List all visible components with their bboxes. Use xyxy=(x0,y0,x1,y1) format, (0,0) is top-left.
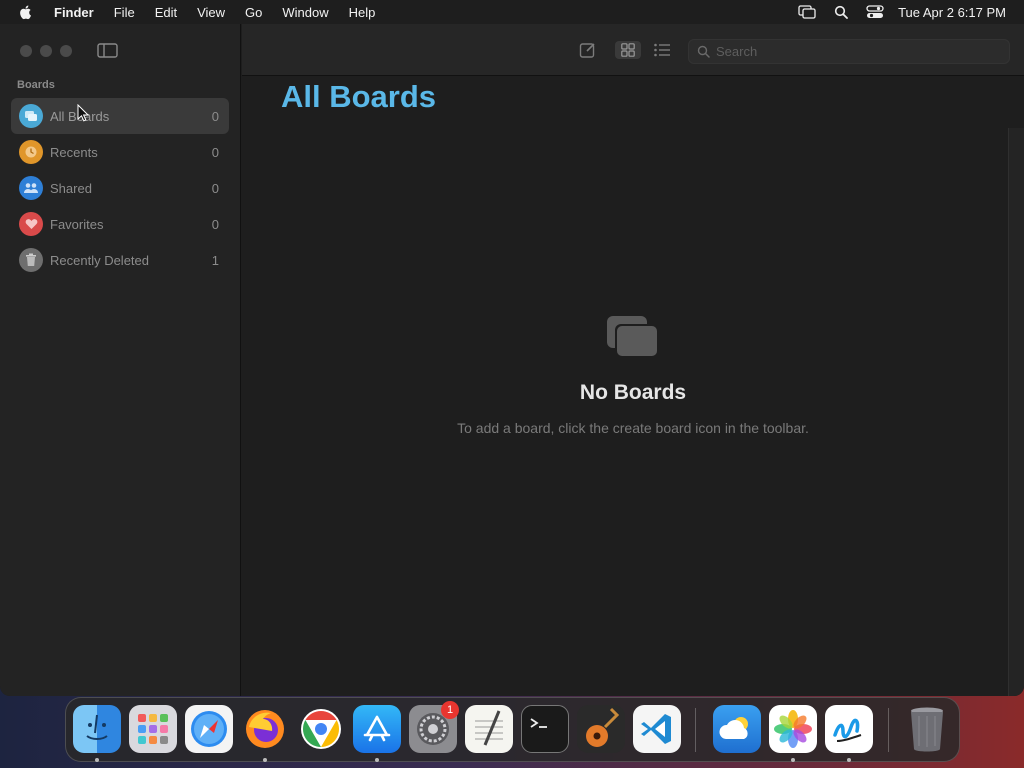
running-indicator xyxy=(375,758,379,762)
page-title: All Boards xyxy=(281,79,437,114)
sidebar-item-shared[interactable]: Shared 0 xyxy=(11,170,229,206)
list-view-icon[interactable] xyxy=(652,41,672,59)
toolbar xyxy=(242,24,1024,76)
vscode-icon xyxy=(641,714,671,744)
sidebar-item-count: 0 xyxy=(211,108,219,124)
dock-freeform[interactable] xyxy=(825,705,873,753)
dock-launchpad[interactable] xyxy=(129,705,177,753)
trash-icon xyxy=(19,248,43,272)
search-field[interactable] xyxy=(688,39,1010,64)
all-boards-icon xyxy=(19,104,43,128)
menu-help[interactable]: Help xyxy=(349,5,376,20)
running-indicator xyxy=(263,758,267,762)
freeform-window: Boards All Boards 0 Recents 0 Shared 0 F… xyxy=(0,24,1024,696)
sidebar-list: All Boards 0 Recents 0 Shared 0 Favorite… xyxy=(11,98,229,278)
dock-firefox[interactable] xyxy=(241,705,289,753)
sidebar-item-label: Shared xyxy=(50,180,92,196)
dock-finder[interactable] xyxy=(73,705,121,753)
sidebar-item-favorites[interactable]: Favorites 0 xyxy=(11,206,229,242)
dock-trash[interactable] xyxy=(903,705,951,753)
dock-safari[interactable] xyxy=(185,705,233,753)
dock-separator xyxy=(695,708,696,752)
scrollbar[interactable] xyxy=(1008,128,1024,696)
sidebar-section-title: Boards xyxy=(17,79,55,91)
menu-file[interactable]: File xyxy=(114,5,135,20)
running-indicator xyxy=(791,758,795,762)
sidebar-item-count: 0 xyxy=(211,144,219,160)
sidebar-item-recently-deleted[interactable]: Recently Deleted 1 xyxy=(11,242,229,278)
finder-icon xyxy=(86,714,108,740)
dock-garageband[interactable] xyxy=(577,705,625,753)
menu-app-name[interactable]: Finder xyxy=(54,5,94,20)
zoom-button[interactable] xyxy=(60,45,72,57)
chrome-icon xyxy=(301,709,341,749)
menu-clock[interactable]: Tue Apr 2 6:17 PM xyxy=(898,5,1006,20)
sidebar-item-count: 1 xyxy=(211,252,219,268)
photos-icon xyxy=(774,710,812,748)
dock-chrome[interactable] xyxy=(297,705,345,753)
dock-system-settings[interactable]: 1 xyxy=(409,701,459,753)
launchpad-icon xyxy=(138,714,168,744)
sidebar-item-count: 0 xyxy=(211,180,219,196)
sidebar-item-all-boards[interactable]: All Boards 0 xyxy=(11,98,229,134)
cloud-sun-icon xyxy=(719,717,748,739)
window-controls xyxy=(20,45,72,57)
sidebar-item-count: 0 xyxy=(211,216,219,232)
sidebar-toggle-icon[interactable] xyxy=(97,43,118,58)
sidebar: Boards All Boards 0 Recents 0 Shared 0 F… xyxy=(0,24,241,696)
running-indicator xyxy=(847,758,851,762)
menu-window[interactable]: Window xyxy=(282,5,328,20)
minimize-button[interactable] xyxy=(40,45,52,57)
dock-textedit[interactable] xyxy=(465,705,513,753)
dock-weather[interactable] xyxy=(713,705,761,753)
sidebar-item-label: Recently Deleted xyxy=(50,252,149,268)
trash-can-icon xyxy=(911,707,943,752)
control-center-icon[interactable] xyxy=(866,5,884,19)
sidebar-item-label: Favorites xyxy=(50,216,104,232)
textedit-icon xyxy=(475,710,503,746)
sidebar-item-label: Recents xyxy=(50,144,98,160)
dock-vscode[interactable] xyxy=(633,705,681,753)
dock-separator xyxy=(888,708,889,752)
close-button[interactable] xyxy=(20,45,32,57)
app-store-icon xyxy=(363,715,391,742)
screen-mirroring-icon[interactable] xyxy=(798,5,816,19)
search-icon xyxy=(697,45,710,58)
safari-icon xyxy=(191,711,227,747)
menu-go[interactable]: Go xyxy=(245,5,262,20)
terminal-icon xyxy=(530,718,547,728)
clock-icon xyxy=(19,140,43,164)
mouse-cursor-icon xyxy=(77,104,89,122)
people-icon xyxy=(19,176,43,200)
firefox-icon xyxy=(246,710,284,748)
menu-edit[interactable]: Edit xyxy=(155,5,177,20)
dock-terminal[interactable] xyxy=(521,705,569,753)
notification-badge: 1 xyxy=(441,701,459,719)
main-content: All Boards No Boards To add a board, cli… xyxy=(242,24,1024,696)
sidebar-item-recents[interactable]: Recents 0 xyxy=(11,134,229,170)
running-indicator xyxy=(95,758,99,762)
menu-view[interactable]: View xyxy=(197,5,225,20)
dock: 1 xyxy=(65,697,960,762)
empty-state-subtitle: To add a board, click the create board i… xyxy=(457,420,809,436)
heart-icon xyxy=(19,212,43,236)
grid-view-icon[interactable] xyxy=(615,41,641,59)
boards-placeholder-icon xyxy=(607,316,659,358)
spotlight-search-icon[interactable] xyxy=(832,5,850,19)
new-board-icon[interactable] xyxy=(578,41,598,59)
dock-app-store[interactable] xyxy=(353,705,401,753)
search-input[interactable] xyxy=(716,44,996,59)
freeform-icon xyxy=(833,718,862,742)
menu-bar: Finder File Edit View Go Window Help Tue… xyxy=(0,0,1024,24)
dock-photos[interactable] xyxy=(769,705,817,753)
apple-menu-icon[interactable] xyxy=(18,4,34,20)
empty-state: No Boards To add a board, click the crea… xyxy=(242,314,1024,436)
empty-state-title: No Boards xyxy=(579,381,687,404)
guitar-icon xyxy=(586,707,620,747)
